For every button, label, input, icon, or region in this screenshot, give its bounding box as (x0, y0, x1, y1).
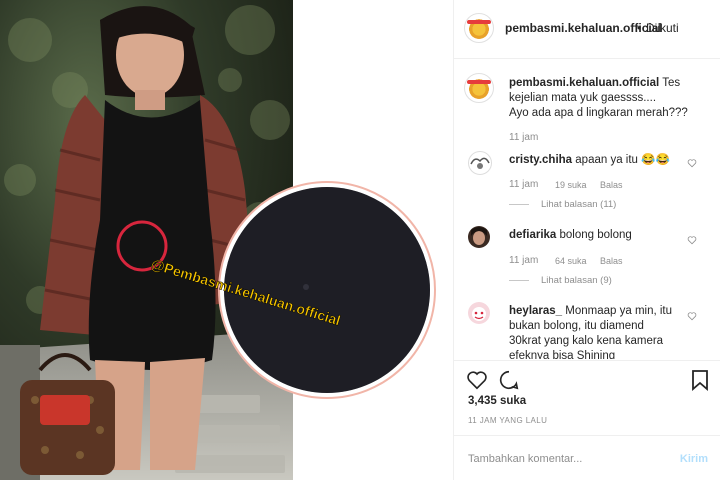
save-bookmark-icon[interactable] (690, 369, 710, 391)
header-dot: • (637, 21, 642, 35)
comment-1-likes[interactable]: 19 suka (555, 180, 587, 190)
comment-2-username[interactable]: defiarika (509, 229, 556, 241)
like-heart-icon[interactable] (466, 369, 488, 391)
caption-line1: Tes (662, 77, 681, 89)
photo-illustration: @Pembasmi.kehaluan.official (0, 0, 436, 480)
post-photo[interactable]: @Pembasmi.kehaluan.official (0, 0, 453, 480)
follow-status-button[interactable]: Diikuti (646, 21, 679, 35)
comment-2: defiarika bolong bolong (509, 228, 689, 243)
comment-input[interactable]: Tambahkan komentar... (468, 453, 582, 465)
comment-1-view-replies-label: Lihat balasan (11) (541, 199, 617, 210)
post-side-panel: pembasmi.kehaluan.official • Diikuti pem… (453, 0, 720, 480)
comment-3-like-icon[interactable] (687, 311, 697, 321)
avatar-illustration-3 (472, 307, 486, 321)
comment-3-text-line1: Monmaap ya min, itu (565, 305, 673, 317)
comment-3-username[interactable]: heylaras_ (509, 305, 562, 317)
comment-3-text-line3: 30krat yang kalo kena kamera (509, 335, 664, 347)
caption-time: 11 jam (509, 132, 539, 143)
post-timestamp: 11 JAM YANG LALU (468, 416, 548, 425)
comment-bubble-icon[interactable] (498, 369, 520, 391)
comment-1-text: apaan ya itu 😂😂 (575, 154, 670, 166)
comment-3-text-line4: efeknya bisa Shining (509, 350, 616, 359)
post-header: pembasmi.kehaluan.official • Diikuti (454, 0, 720, 59)
caption-line3: Ayo ada apa d lingkaran merah??? (509, 107, 688, 119)
add-comment-bar: Tambahkan komentar... Kirim (454, 435, 720, 481)
caption-username[interactable]: pembasmi.kehaluan.official (509, 77, 659, 89)
comment-1: cristy.chiha apaan ya itu 😂😂 (509, 153, 689, 168)
comment-1-like-icon[interactable] (687, 158, 697, 168)
comment-3: heylaras_ Monmaap ya min, itu bukan bolo… (509, 304, 684, 359)
author-avatar[interactable] (464, 13, 494, 43)
avatar-illustration-2 (471, 227, 487, 245)
post-comment-button[interactable]: Kirim (680, 453, 708, 465)
comment-1-view-replies[interactable]: Lihat balasan (11) (509, 199, 616, 210)
commenter-avatar-2[interactable] (468, 226, 490, 248)
comment-1-username[interactable]: cristy.chiha (509, 154, 572, 166)
caption-line2: kejelian mata yuk gaessss.... (509, 92, 657, 104)
comment-2-like-icon[interactable] (687, 235, 697, 245)
comment-2-likes[interactable]: 64 suka (555, 256, 587, 266)
comments-list[interactable]: pembasmi.kehaluan.official Tes kejelian … (454, 59, 720, 359)
comment-1-reply-button[interactable]: Balas (600, 180, 623, 190)
comment-2-reply-button[interactable]: Balas (600, 256, 623, 266)
comment-2-view-replies[interactable]: Lihat balasan (9) (509, 275, 612, 286)
comment-2-time: 11 jam (509, 255, 539, 266)
comment-1-time: 11 jam (509, 179, 539, 190)
comment-3-text-line2: bukan bolong, itu diamend (509, 320, 644, 332)
comment-2-text: bolong bolong (559, 229, 632, 241)
caption-text: pembasmi.kehaluan.official Tes kejelian … (509, 76, 714, 121)
likes-count[interactable]: 3,435 suka (468, 395, 526, 407)
comment-2-view-replies-label: Lihat balasan (9) (541, 275, 612, 286)
caption-avatar[interactable] (464, 73, 494, 103)
avatar-illustration-1 (470, 157, 490, 169)
commenter-avatar-3[interactable] (468, 302, 490, 324)
commenter-avatar-1[interactable] (468, 151, 492, 175)
